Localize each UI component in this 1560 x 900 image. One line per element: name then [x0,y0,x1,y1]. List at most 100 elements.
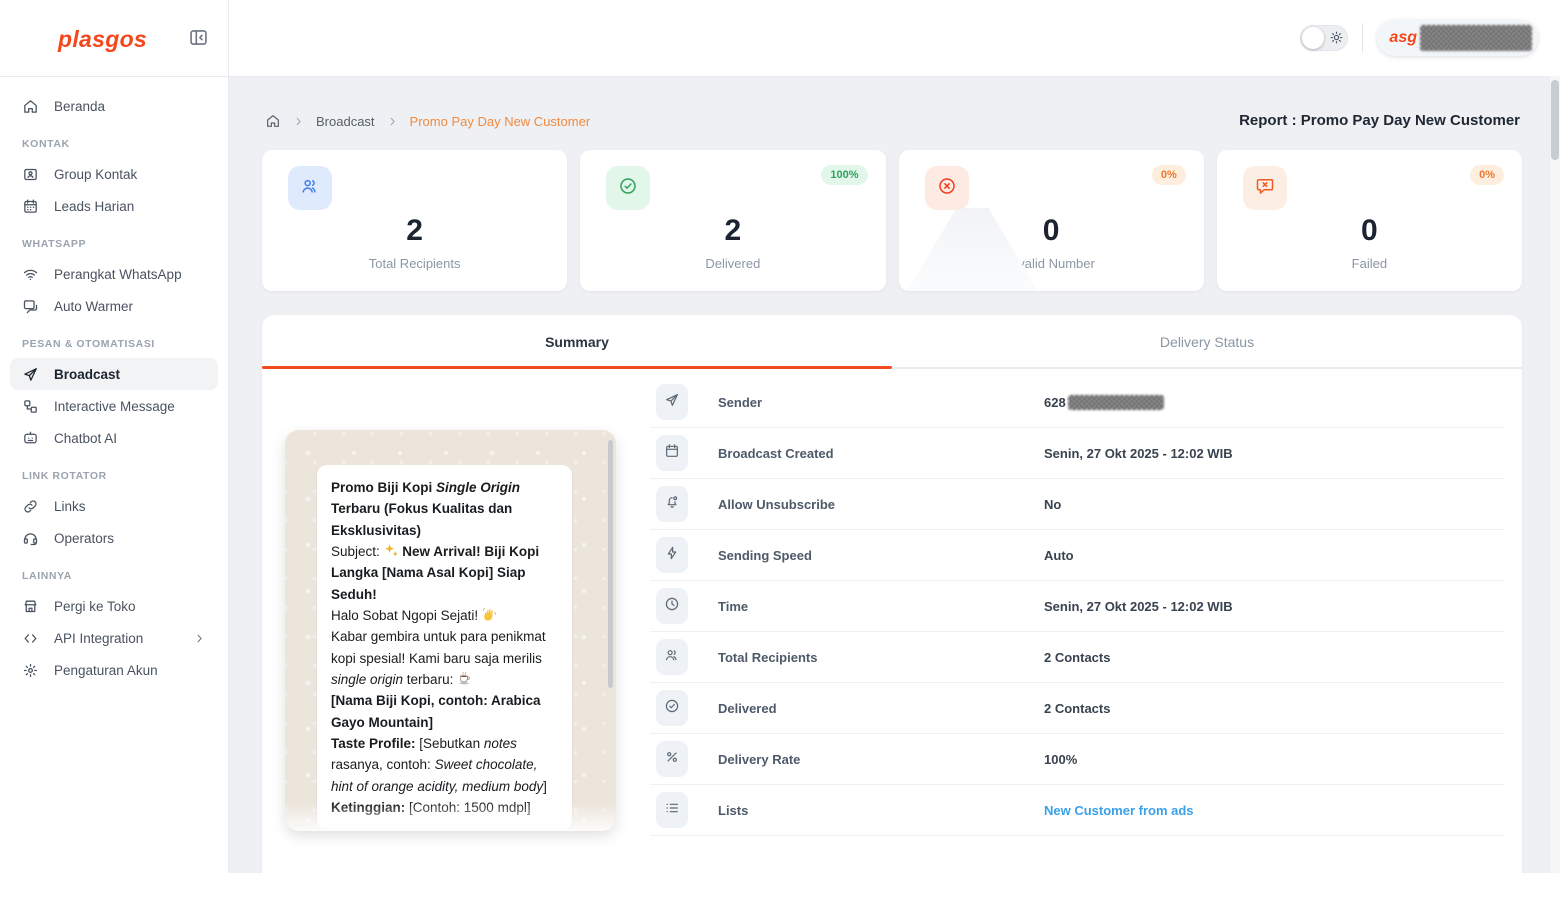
message-text-segment: single origin [331,672,403,687]
topbar-divider [1362,23,1363,53]
sidebar-item-broadcast[interactable]: Broadcast [10,358,218,390]
message-text-segment: Single Origin [436,480,520,495]
sidebar-item-perangkat-whatsapp[interactable]: Perangkat WhatsApp [10,258,218,290]
x-circle-icon [937,176,957,201]
sender-number-masked [1068,395,1164,410]
sidebar-section-lainnya: LAINNYA [22,570,206,582]
sidebar-item-pengaturan-akun[interactable]: Pengaturan Akun [10,654,218,686]
sidebar-item-beranda[interactable]: Beranda [10,90,218,122]
sidebar-collapse-button[interactable] [188,27,209,53]
check-circle-icon [664,698,680,719]
sidebar-section-pesan-otomatisasi: PESAN & OTOMATISASI [22,338,206,350]
chevron-right-icon [193,632,206,645]
sidebar-item-label: Chatbot AI [54,431,117,446]
tab-bar: SummaryDelivery Status [262,315,1522,369]
sidebar-item-group-kontak[interactable]: Group Kontak [10,158,218,190]
check-circle-icon [618,176,638,201]
bolt-icon [664,545,680,566]
page-scrollbar-thumb[interactable] [1551,80,1559,160]
sidebar-item-label: Broadcast [54,367,120,382]
detail-row-label: Delivered [718,701,1044,716]
message-text-segment: [Sebutkan [416,736,484,751]
detail-row-value: 2 Contacts [1044,701,1110,716]
sidebar-item-label: Leads Harian [54,199,134,214]
detail-row-label: Sending Speed [718,548,1044,563]
detail-row-icon-chip [656,537,688,573]
detail-row-value: Senin, 27 Okt 2025 - 12:02 WIB [1044,599,1233,614]
detail-row-delivery-rate: Delivery Rate100% [650,734,1505,785]
tab-delivery-status[interactable]: Delivery Status [892,315,1522,369]
sidebar-section-link-rotator: LINK ROTATOR [22,470,206,482]
topbar-right-group: asg [1300,0,1538,76]
message-text-segment: [Nama Biji Kopi, contoh: Arabica Gayo Mo… [331,693,541,729]
gear-icon [22,662,39,679]
tab-summary[interactable]: Summary [262,315,892,369]
detail-row-broadcast-created: Broadcast CreatedSenin, 27 Okt 2025 - 12… [650,428,1505,479]
detail-row-delivered: Delivered2 Contacts [650,683,1505,734]
preview-scrollbar[interactable] [608,440,613,688]
user-account-badge[interactable]: asg [1377,20,1538,56]
sidebar-item-label: Operators [54,531,114,546]
detail-row-label: Lists [718,803,1044,818]
sidebar-section-whatsapp: WHATSAPP [22,238,206,250]
sidebar-item-label: Beranda [54,99,105,114]
clock-icon [664,596,680,617]
sidebar-item-api-integration[interactable]: API Integration [10,622,218,654]
breadcrumb-home-icon[interactable] [265,113,281,129]
store-icon [22,598,39,615]
detail-row-value-link[interactable]: New Customer from ads [1044,803,1194,818]
sidebar-nav: BerandaKONTAKGroup KontakLeads HarianWHA… [0,76,228,873]
app-window: plasgos asg BerandaKONTAKGroup KontakLea… [0,0,1560,873]
sidebar-item-pergi-ke-toko[interactable]: Pergi ke Toko [10,590,218,622]
detail-row-icon-chip [656,384,688,420]
sidebar-item-label: Pergi ke Toko [54,599,136,614]
sidebar-item-links[interactable]: Links [10,490,218,522]
detail-row-icon-chip [656,486,688,522]
stat-card-total-recipients: 2Total Recipients [262,150,567,291]
users-icon [664,647,680,668]
home-icon [22,98,39,115]
detail-row-label: Total Recipients [718,650,1044,665]
list-icon [664,800,680,821]
sidebar-border [228,0,229,873]
stat-value: 2 [262,214,567,248]
detail-row-icon-chip [656,588,688,624]
page-scrollbar[interactable] [1549,76,1560,873]
message-x-icon [1255,176,1275,201]
breadcrumb: Broadcast Promo Pay Day New Customer [265,113,590,129]
message-text-segment: terbaru: [403,672,457,687]
calendar-days-icon [22,198,39,215]
breadcrumb-item-broadcast[interactable]: Broadcast [316,114,375,129]
user-name-masked [1420,25,1532,51]
sidebar-item-leads-harian[interactable]: Leads Harian [10,190,218,222]
sidebar-item-chatbot-ai[interactable]: Chatbot AI [10,422,218,454]
sidebar-item-auto-warmer[interactable]: Auto Warmer [10,290,218,322]
flow-icon [22,398,39,415]
message-text-segment: notes [484,736,517,751]
headset-icon [22,530,39,547]
theme-toggle[interactable] [1300,25,1348,51]
wifi-icon [22,266,39,283]
message-bubble: Promo Biji Kopi Single Origin Terbaru (F… [317,465,572,830]
detail-row-label: Sender [718,395,1044,410]
sidebar-item-operators[interactable]: Operators [10,522,218,554]
message-text-segment: Promo Biji Kopi [331,480,436,495]
detail-row-icon-chip [656,792,688,828]
bot-icon [22,430,39,447]
main-content: Broadcast Promo Pay Day New Customer Repo… [229,76,1550,873]
sidebar-item-label: Links [54,499,86,514]
sidebar-item-interactive-message[interactable]: Interactive Message [10,390,218,422]
sidebar-item-label: Group Kontak [54,167,137,182]
stats-row: 2Total Recipients100%2Delivered0%0Invali… [262,150,1522,291]
detail-row-value: 100% [1044,752,1077,767]
bell-icon [664,494,680,515]
page-title: Report : Promo Pay Day New Customer [1239,112,1520,129]
calendar-icon [664,443,680,464]
sidebar-item-label: Interactive Message [54,399,175,414]
detail-rows: Sender628Broadcast CreatedSenin, 27 Okt … [650,377,1505,836]
breadcrumb-item-promo-pay-day-new-customer: Promo Pay Day New Customer [410,114,591,129]
stat-icon-chip [925,166,969,210]
detail-row-value: No [1044,497,1061,512]
message-text-segment: Subject: [331,544,384,559]
top-header: plasgos asg [0,0,1560,77]
